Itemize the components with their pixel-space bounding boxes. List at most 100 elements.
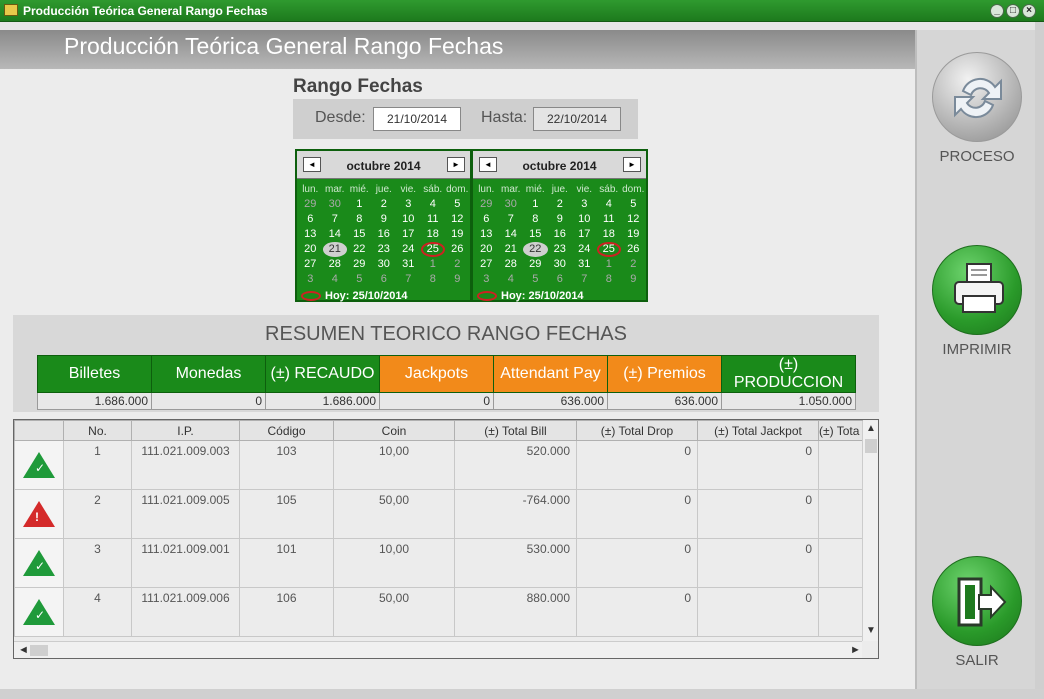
column-header[interactable]: (±) Total Drop xyxy=(576,420,698,441)
minimize-button[interactable]: _ xyxy=(990,4,1004,18)
calendar-day[interactable]: 5 xyxy=(445,197,470,212)
scroll-left-icon[interactable]: ◄ xyxy=(18,644,29,656)
column-header[interactable]: I.P. xyxy=(131,420,240,441)
calendar-day[interactable]: 31 xyxy=(396,257,421,272)
horizontal-scrollbar[interactable]: ◄ ► xyxy=(14,641,862,658)
calendar-day[interactable]: 6 xyxy=(548,272,573,287)
calendar-day[interactable]: 9 xyxy=(445,272,470,287)
calendar-day[interactable]: 10 xyxy=(396,212,421,227)
calendar-day[interactable]: 7 xyxy=(323,212,348,227)
calendar-day[interactable]: 30 xyxy=(548,257,573,272)
calendar-day[interactable]: 16 xyxy=(372,227,397,242)
calendar-day[interactable]: 3 xyxy=(298,272,323,287)
calendar-day[interactable]: 26 xyxy=(445,242,470,257)
column-header[interactable]: No. xyxy=(63,420,132,441)
calendar-day[interactable]: 29 xyxy=(474,197,499,212)
calendar-day[interactable]: 16 xyxy=(548,227,573,242)
column-header[interactable]: (±) Total Bill xyxy=(454,420,577,441)
calendar-day[interactable]: 7 xyxy=(396,272,421,287)
calendar-day[interactable]: 11 xyxy=(421,212,446,227)
machines-grid[interactable]: No. I.P. Código Coin (±) Total Bill (±) Total… xyxy=(13,419,879,659)
calendar-day[interactable]: 22 xyxy=(523,242,548,257)
column-header[interactable]: (±) Tota xyxy=(818,420,863,441)
calendar-day[interactable]: 1 xyxy=(421,257,446,272)
calendar-day[interactable]: 29 xyxy=(298,197,323,212)
calendar-day[interactable]: 1 xyxy=(347,197,372,212)
calendar-day[interactable]: 8 xyxy=(347,212,372,227)
calendar-day[interactable]: 8 xyxy=(523,212,548,227)
vertical-scrollbar[interactable]: ▲ ▼ xyxy=(862,421,878,641)
calendar-day[interactable]: 2 xyxy=(372,197,397,212)
calendar-day[interactable]: 25 xyxy=(596,242,621,257)
proceso-button[interactable]: PROCESO xyxy=(917,52,1037,165)
calendar-prev-button[interactable]: ◄ xyxy=(479,157,497,172)
calendar-day[interactable]: 9 xyxy=(372,212,397,227)
calendar-day[interactable]: 29 xyxy=(523,257,548,272)
calendar-day[interactable]: 8 xyxy=(597,272,622,287)
calendar-day[interactable]: 18 xyxy=(421,227,446,242)
calendar-day[interactable]: 28 xyxy=(499,257,524,272)
calendar-day[interactable]: 9 xyxy=(621,272,646,287)
calendar-today[interactable]: Hoy: 25/10/2014 xyxy=(301,290,408,302)
calendar-day[interactable]: 3 xyxy=(396,197,421,212)
scroll-right-icon[interactable]: ► xyxy=(850,644,861,656)
desde-input[interactable]: 21/10/2014 xyxy=(373,107,461,131)
calendar-day[interactable]: 17 xyxy=(572,227,597,242)
calendar-day[interactable]: 4 xyxy=(421,197,446,212)
calendar-day[interactable]: 3 xyxy=(572,197,597,212)
column-header[interactable]: (±) Total Jackpot xyxy=(697,420,819,441)
calendar-day[interactable]: 2 xyxy=(621,257,646,272)
calendar-day[interactable]: 27 xyxy=(474,257,499,272)
calendar-day[interactable]: 24 xyxy=(572,242,597,257)
calendar-day[interactable]: 14 xyxy=(323,227,348,242)
calendar-hasta[interactable]: octubre 2014 ◄ ► lun. mar. mié. jue. vie. sáb… xyxy=(471,149,648,302)
calendar-day[interactable]: 28 xyxy=(323,257,348,272)
table-row[interactable]: ✓ 4 111.021.009.006 106 50,00 880.000 0 0 xyxy=(14,587,863,637)
calendar-day[interactable]: 25 xyxy=(420,242,445,257)
calendar-day[interactable]: 21 xyxy=(322,242,347,257)
calendar-day[interactable]: 20 xyxy=(298,242,323,257)
calendar-day[interactable]: 6 xyxy=(474,212,499,227)
calendar-day[interactable]: 30 xyxy=(372,257,397,272)
table-row[interactable]: ✓ 1 111.021.009.003 103 10,00 520.000 0 0 xyxy=(14,440,863,490)
calendar-day[interactable]: 2 xyxy=(548,197,573,212)
calendar-desde[interactable]: octubre 2014 ◄ ► lun. mar. mié. jue. vie. sáb… xyxy=(295,149,472,302)
calendar-day[interactable]: 19 xyxy=(621,227,646,242)
calendar-day[interactable]: 7 xyxy=(572,272,597,287)
calendar-day[interactable]: 23 xyxy=(372,242,397,257)
calendar-day[interactable]: 30 xyxy=(499,197,524,212)
calendar-day[interactable]: 9 xyxy=(548,212,573,227)
calendar-day[interactable]: 12 xyxy=(621,212,646,227)
column-header[interactable]: Código xyxy=(239,420,334,441)
calendar-day[interactable]: 1 xyxy=(523,197,548,212)
calendar-day[interactable]: 1 xyxy=(597,257,622,272)
calendar-day[interactable]: 5 xyxy=(621,197,646,212)
scroll-down-icon[interactable]: ▼ xyxy=(863,625,878,636)
maximize-button[interactable]: □ xyxy=(1006,4,1020,18)
calendar-day[interactable]: 22 xyxy=(347,242,372,257)
calendar-day[interactable]: 13 xyxy=(474,227,499,242)
calendar-day[interactable]: 10 xyxy=(572,212,597,227)
calendar-day[interactable]: 19 xyxy=(445,227,470,242)
close-button[interactable]: × xyxy=(1022,4,1036,18)
scroll-thumb[interactable] xyxy=(30,645,48,656)
calendar-day[interactable]: 6 xyxy=(372,272,397,287)
calendar-day[interactable]: 5 xyxy=(523,272,548,287)
calendar-day[interactable]: 30 xyxy=(323,197,348,212)
calendar-day[interactable]: 24 xyxy=(396,242,421,257)
table-row[interactable]: ✓ 3 111.021.009.001 101 10,00 530.000 0 0 xyxy=(14,538,863,588)
column-header[interactable]: Coin xyxy=(333,420,455,441)
calendar-day[interactable]: 31 xyxy=(572,257,597,272)
calendar-day[interactable]: 17 xyxy=(396,227,421,242)
calendar-day[interactable]: 20 xyxy=(474,242,499,257)
calendar-day[interactable]: 8 xyxy=(421,272,446,287)
calendar-day[interactable]: 6 xyxy=(298,212,323,227)
scroll-up-icon[interactable]: ▲ xyxy=(863,423,878,434)
calendar-day[interactable]: 26 xyxy=(621,242,646,257)
calendar-day[interactable]: 27 xyxy=(298,257,323,272)
calendar-day[interactable]: 23 xyxy=(548,242,573,257)
table-row[interactable]: ! 2 111.021.009.005 105 50,00 -764.000 0 0 xyxy=(14,489,863,539)
calendar-next-button[interactable]: ► xyxy=(623,157,641,172)
calendar-day[interactable]: 29 xyxy=(347,257,372,272)
calendar-day[interactable]: 5 xyxy=(347,272,372,287)
